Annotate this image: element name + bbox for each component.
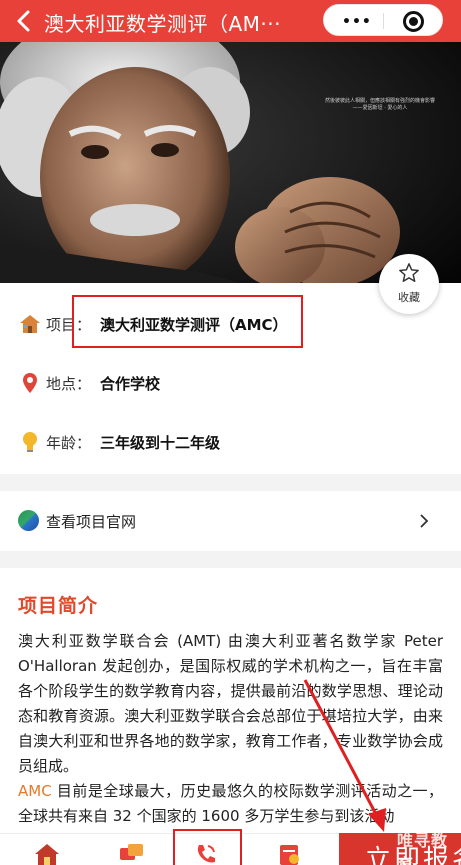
- globe-icon: [18, 510, 39, 531]
- calendar-icon[interactable]: [277, 842, 303, 865]
- watermark-text: 唯寻教育: [397, 833, 449, 865]
- favorite-label: 收藏: [398, 291, 420, 304]
- official-website-link[interactable]: 查看项目官网: [0, 491, 461, 551]
- portrait-illustration: [0, 42, 461, 283]
- star-icon: [399, 263, 419, 282]
- age-value: 三年级到十二年级: [100, 433, 221, 452]
- highlight-box-project: [72, 295, 303, 348]
- highlight-box-phone: [173, 829, 242, 865]
- section-divider: [0, 551, 461, 568]
- intro-paragraph-2: 目前是全球最大，历史最悠久的校际数学测评活动之一，全球共有来自 32 个国家的 …: [18, 782, 443, 825]
- home-icon[interactable]: [34, 842, 60, 865]
- section-divider: [0, 474, 461, 491]
- location-value: 合作学校: [100, 374, 161, 393]
- intro-paragraph-1: 澳大利亚数学联合会 (AMT) 由澳大利亚著名数学家 Peter O'Hallo…: [18, 632, 443, 775]
- mini-program-capsule: •••: [323, 4, 443, 36]
- back-arrow-icon[interactable]: [14, 8, 34, 34]
- lightbulb-icon: [18, 430, 42, 454]
- page-title: 澳大利亚数学测评（AM···: [44, 12, 282, 36]
- location-row: 地点： 合作学校: [18, 371, 160, 395]
- top-bar: 澳大利亚数学测评（AM··· •••: [0, 0, 461, 42]
- intro-title: 项目简介: [18, 595, 99, 617]
- official-website-label: 查看项目官网: [46, 513, 137, 531]
- more-options-button[interactable]: •••: [342, 14, 372, 30]
- house-icon: [18, 312, 42, 336]
- amc-highlight: AMC: [18, 782, 52, 800]
- intro-text: 澳大利亚数学联合会 (AMT) 由澳大利亚著名数学家 Peter O'Hallo…: [18, 629, 443, 829]
- chat-icon[interactable]: [118, 842, 144, 865]
- location-pin-icon: [18, 371, 42, 395]
- age-label: 年龄：: [46, 433, 92, 452]
- location-label: 地点：: [46, 374, 92, 393]
- capsule-divider: [383, 13, 384, 29]
- hero-caption: 然後彼彼此人相關，但應該相關有強烈的機會影響 ——愛因斯坦 · 愛心的人: [324, 98, 435, 111]
- chevron-right-icon: [420, 514, 429, 528]
- hero-image: 然後彼彼此人相關，但應該相關有強烈的機會影響 ——愛因斯坦 · 愛心的人: [0, 42, 461, 283]
- age-row: 年龄： 三年级到十二年级: [18, 430, 220, 454]
- register-now-button[interactable]: 立即报名 唯寻教育: [339, 833, 461, 865]
- favorite-button[interactable]: 收藏: [379, 254, 439, 314]
- close-target-icon[interactable]: [403, 11, 424, 32]
